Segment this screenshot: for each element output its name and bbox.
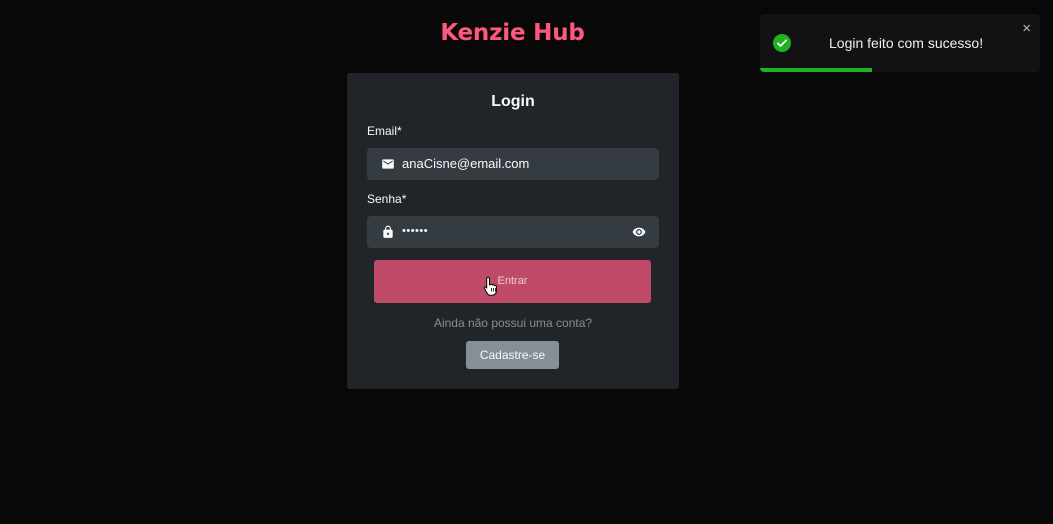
hand-pointer-icon [483, 276, 497, 296]
register-helper-text: Ainda não possui uma conta? [433, 316, 593, 330]
close-icon[interactable]: × [1022, 20, 1031, 37]
password-input[interactable]: •••••• [402, 225, 632, 237]
mail-icon [382, 159, 394, 169]
login-card: Login Email* Senha* •••••• Entrar Ainda … [347, 73, 679, 389]
login-title: Login [491, 93, 535, 110]
login-submit-button[interactable]: Entrar [374, 260, 651, 303]
toast-progress-bar [760, 68, 872, 72]
toast-message: Login feito com sucesso! [829, 35, 984, 51]
email-input[interactable] [402, 156, 632, 171]
lock-icon [383, 225, 393, 238]
password-field[interactable]: •••••• [367, 216, 659, 248]
register-button[interactable]: Cadastre-se [466, 341, 559, 369]
success-toast: Login feito com sucesso! × [760, 14, 1040, 72]
password-label: Senha* [367, 192, 407, 206]
email-label: Email* [367, 124, 402, 138]
check-circle-icon [773, 34, 791, 52]
email-field[interactable] [367, 148, 659, 180]
eye-icon[interactable] [631, 225, 647, 239]
